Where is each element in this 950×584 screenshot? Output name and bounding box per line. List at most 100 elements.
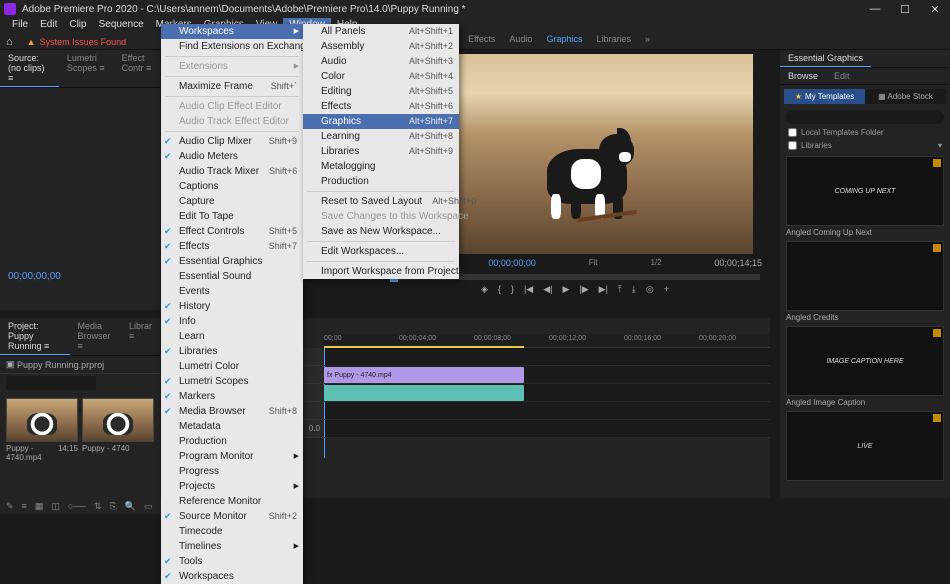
menu-item-audio-track-mixer[interactable]: Audio Track MixerShift+6 — [161, 164, 303, 179]
menu-item-media-browser[interactable]: ✔Media BrowserShift+8 — [161, 404, 303, 419]
project-clip[interactable]: Puppy - 4740 — [82, 398, 154, 462]
menu-item-markers[interactable]: ✔Markers — [161, 389, 303, 404]
source-tab[interactable]: Effect Contr ≡ — [114, 50, 160, 87]
audio-clip[interactable] — [324, 385, 524, 401]
track-area[interactable]: fx Puppy - 4740.mp4 — [324, 348, 770, 438]
menu-item-edit-to-tape[interactable]: Edit To Tape — [161, 209, 303, 224]
resolution-dropdown[interactable]: 1/2 — [650, 258, 661, 268]
lane-a2[interactable] — [324, 402, 770, 420]
menu-item-find-extensions-on-exchange-[interactable]: Find Extensions on Exchange... — [161, 39, 303, 54]
new-item-icon[interactable]: ✎ — [6, 501, 14, 512]
menu-item-production[interactable]: Production — [161, 434, 303, 449]
eg-template-item[interactable]: COMING UP NEXTAngled Coming Up Next — [786, 156, 944, 237]
lane-a1[interactable] — [324, 384, 770, 402]
menu-item-progress[interactable]: Progress — [161, 464, 303, 479]
play-icon[interactable]: ▶ — [562, 284, 569, 295]
fit-dropdown[interactable]: Fit — [589, 258, 598, 268]
menu-item-lumetri-scopes[interactable]: ✔Lumetri Scopes — [161, 374, 303, 389]
find-icon[interactable]: 🔍 — [125, 501, 136, 512]
workspace-tab-libraries[interactable]: Libraries — [596, 34, 631, 44]
zoom-slider[interactable]: ○── — [68, 501, 86, 511]
export-frame-icon[interactable]: ◎ — [646, 284, 654, 295]
eg-template-item[interactable]: Angled Credits — [786, 241, 944, 322]
list-view-icon[interactable]: ≡ — [22, 501, 27, 511]
workspace-tab-audio[interactable]: Audio — [509, 34, 532, 44]
goto-out-icon[interactable]: ▶| — [599, 284, 608, 295]
eg-search-input[interactable] — [786, 110, 944, 124]
lane-v2[interactable] — [324, 348, 770, 366]
project-tab[interactable]: Librar ≡ — [121, 318, 160, 355]
menu-item-timecode[interactable]: Timecode — [161, 524, 303, 539]
menu-item-graphics[interactable]: GraphicsAlt+Shift+7 — [303, 114, 459, 129]
workspace-tab-graphics[interactable]: Graphics — [546, 34, 582, 44]
workspace-overflow-icon[interactable]: » — [645, 34, 650, 44]
menu-item-info[interactable]: ✔Info — [161, 314, 303, 329]
icon-view-icon[interactable]: ▦ — [35, 501, 44, 512]
menu-item-maximize-frame[interactable]: Maximize FrameShift+` — [161, 79, 303, 94]
eg-subtab-browse[interactable]: Browse — [780, 68, 826, 84]
video-clip[interactable]: fx Puppy - 4740.mp4 — [324, 367, 524, 383]
menu-item-import-workspace-from-projects[interactable]: Import Workspace from Projects — [303, 264, 459, 279]
menu-item-reset-to-saved-layout[interactable]: Reset to Saved LayoutAlt+Shift+0 — [303, 194, 459, 209]
menu-item-audio-clip-mixer[interactable]: ✔Audio Clip MixerShift+9 — [161, 134, 303, 149]
menu-item-save-as-new-workspace-[interactable]: Save as New Workspace... — [303, 224, 459, 239]
menu-item-captions[interactable]: Captions — [161, 179, 303, 194]
adobe-stock-button[interactable]: ▦ Adobe Stock — [865, 89, 946, 104]
project-bin-row[interactable]: ▣ Puppy Running.prproj — [0, 356, 160, 374]
menu-item-capture[interactable]: Capture — [161, 194, 303, 209]
eg-tab[interactable]: Essential Graphics — [780, 50, 871, 67]
timeline-ruler[interactable]: 00;0000;00;04;0000;00;08;0000;00;12;0000… — [324, 334, 770, 348]
close-button[interactable]: ✕ — [920, 0, 950, 18]
source-tab[interactable]: Source: (no clips) ≡ — [0, 50, 59, 87]
menu-item-workspaces[interactable]: Workspaces▶ — [161, 24, 303, 39]
menu-item-essential-graphics[interactable]: ✔Essential Graphics — [161, 254, 303, 269]
menu-item-effects[interactable]: EffectsAlt+Shift+6 — [303, 99, 459, 114]
goto-in-icon[interactable]: |◀ — [524, 284, 533, 295]
menu-item-learning[interactable]: LearningAlt+Shift+8 — [303, 129, 459, 144]
menu-file[interactable]: File — [6, 18, 34, 34]
add-marker-icon[interactable]: ◈ — [481, 284, 488, 295]
menu-item-audio[interactable]: AudioAlt+Shift+3 — [303, 54, 459, 69]
menu-item-all-panels[interactable]: All PanelsAlt+Shift+1 — [303, 24, 459, 39]
my-templates-button[interactable]: ★My Templates — [784, 89, 865, 104]
menu-item-timelines[interactable]: Timelines▶ — [161, 539, 303, 554]
lane-v1[interactable]: fx Puppy - 4740.mp4 — [324, 366, 770, 384]
system-warning[interactable]: ▲ System Issues Found — [27, 37, 126, 47]
menu-item-projects[interactable]: Projects▶ — [161, 479, 303, 494]
project-tab[interactable]: Media Browser ≡ — [70, 318, 121, 355]
local-templates-checkbox[interactable]: Local Templates Folder — [780, 126, 950, 139]
project-search-input[interactable] — [6, 376, 96, 390]
mark-in-icon[interactable]: { — [498, 284, 501, 295]
menu-item-edit-workspaces-[interactable]: Edit Workspaces... — [303, 244, 459, 259]
mark-out-icon[interactable]: } — [511, 284, 514, 295]
menu-item-essential-sound[interactable]: Essential Sound — [161, 269, 303, 284]
lift-icon[interactable]: ⤒ — [618, 284, 622, 295]
menu-item-learn[interactable]: Learn — [161, 329, 303, 344]
menu-item-metalogging[interactable]: Metalogging — [303, 159, 459, 174]
lane-master[interactable] — [324, 420, 770, 438]
menu-item-effect-controls[interactable]: ✔Effect ControlsShift+5 — [161, 224, 303, 239]
menu-item-lumetri-color[interactable]: Lumetri Color — [161, 359, 303, 374]
settings-icon[interactable]: + — [664, 284, 669, 295]
new-bin-icon[interactable]: ▭ — [144, 501, 153, 512]
menu-item-libraries[interactable]: LibrariesAlt+Shift+9 — [303, 144, 459, 159]
menu-item-reference-monitor[interactable]: Reference Monitor — [161, 494, 303, 509]
menu-item-assembly[interactable]: AssemblyAlt+Shift+2 — [303, 39, 459, 54]
menu-item-source-monitor[interactable]: ✔Source MonitorShift+2 — [161, 509, 303, 524]
menu-clip[interactable]: Clip — [63, 18, 92, 34]
menu-item-tools[interactable]: ✔Tools — [161, 554, 303, 569]
project-tab[interactable]: Project: Puppy Running ≡ — [0, 318, 70, 355]
menu-item-production[interactable]: Production — [303, 174, 459, 189]
step-forward-icon[interactable]: |▶ — [579, 284, 588, 295]
menu-edit[interactable]: Edit — [34, 18, 63, 34]
step-back-icon[interactable]: ◀| — [543, 284, 552, 295]
menu-item-workspaces[interactable]: ✔Workspaces — [161, 569, 303, 584]
menu-item-audio-meters[interactable]: ✔Audio Meters — [161, 149, 303, 164]
source-tab[interactable]: Lumetri Scopes ≡ — [59, 50, 114, 87]
eg-subtab-edit[interactable]: Edit — [826, 68, 858, 84]
sort-icon[interactable]: ⇅ — [94, 501, 102, 512]
workspace-tab-effects[interactable]: Effects — [468, 34, 495, 44]
menu-item-editing[interactable]: EditingAlt+Shift+5 — [303, 84, 459, 99]
menu-item-program-monitor[interactable]: Program Monitor▶ — [161, 449, 303, 464]
freeform-view-icon[interactable]: ◫ — [51, 501, 60, 512]
